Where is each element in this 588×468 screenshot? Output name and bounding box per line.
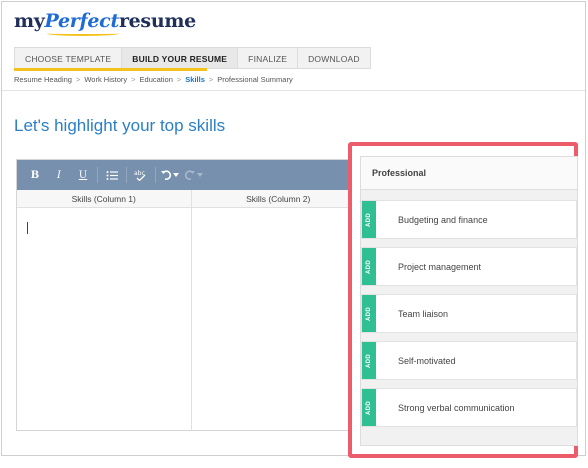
step-build-your-resume[interactable]: BUILD YOUR RESUME <box>121 47 238 69</box>
suggestion-item[interactable]: ADD Team liaison <box>361 294 577 333</box>
add-button[interactable]: ADD <box>362 201 376 238</box>
breadcrumb-education[interactable]: Education <box>140 75 173 84</box>
suggestion-item[interactable]: ADD Budgeting and finance <box>361 200 577 239</box>
spellcheck-button[interactable]: abc <box>129 160 153 190</box>
suggestions-highlight: Professional ADD Budgeting and finance A… <box>348 142 578 458</box>
step-choose-template[interactable]: CHOOSE TEMPLATE <box>14 47 122 69</box>
suggestion-label: Self-motivated <box>398 355 456 366</box>
breadcrumb-work-history[interactable]: Work History <box>84 75 127 84</box>
step-finalize[interactable]: FINALIZE <box>237 47 298 69</box>
editor-toolbar: B I U abc <box>17 160 365 190</box>
skills-column-1[interactable]: Skills (Column 1) <box>17 190 192 431</box>
italic-button[interactable]: I <box>47 160 71 190</box>
logo[interactable]: myPerfect resume <box>14 10 196 36</box>
spellcheck-icon: abc <box>134 170 146 181</box>
underline-button[interactable]: U <box>71 160 95 190</box>
skills-column-2[interactable]: Skills (Column 2) <box>191 190 365 431</box>
breadcrumb-professional-summary[interactable]: Professional Summary <box>217 75 292 84</box>
suggestions-title: Professional <box>361 157 577 190</box>
bold-button[interactable]: B <box>23 160 47 190</box>
column-2-header: Skills (Column 2) <box>191 190 365 208</box>
suggestion-label: Budgeting and finance <box>398 214 488 225</box>
logo-perfect: Perfect <box>45 10 119 36</box>
logo-resume: resume <box>118 10 196 32</box>
breadcrumb-resume-heading[interactable]: Resume Heading <box>14 75 72 84</box>
undo-button[interactable] <box>158 160 182 190</box>
suggestions-panel: Professional ADD Budgeting and finance A… <box>360 156 578 446</box>
suggestion-item[interactable]: ADD Self-motivated <box>361 341 577 380</box>
step-tabs: CHOOSE TEMPLATE BUILD YOUR RESUME FINALI… <box>14 47 371 69</box>
bullet-list-button[interactable] <box>100 160 124 190</box>
suggestion-item[interactable]: ADD Project management <box>361 247 577 286</box>
breadcrumb-separator: > <box>131 75 136 84</box>
text-cursor <box>27 222 28 234</box>
undo-icon <box>161 170 179 181</box>
suggestion-label: Team liaison <box>398 308 449 319</box>
breadcrumb-separator: > <box>208 75 214 84</box>
suggestion-list: ADD Budgeting and finance ADD Project ma… <box>361 190 577 427</box>
toolbar-divider <box>97 167 98 183</box>
add-button[interactable]: ADD <box>362 248 376 285</box>
header-divider <box>2 90 585 91</box>
add-button[interactable]: ADD <box>362 295 376 332</box>
suggestion-item[interactable]: ADD Strong verbal communication <box>361 388 577 427</box>
active-step-indicator <box>14 68 207 71</box>
toolbar-divider <box>126 167 127 183</box>
skills-editor: B I U abc Skills (Column 1) Skills (Colu… <box>16 159 366 431</box>
redo-button[interactable] <box>182 160 206 190</box>
breadcrumb-separator: > <box>75 75 81 84</box>
breadcrumb-skills[interactable]: Skills <box>185 75 205 84</box>
suggestion-label: Strong verbal communication <box>398 402 515 413</box>
app-frame: myPerfect resume CHOOSE TEMPLATE BUILD YO… <box>1 1 586 458</box>
breadcrumb: Resume Heading > Work History > Educatio… <box>14 75 293 84</box>
logo-swoosh <box>46 31 119 36</box>
suggestion-label: Project management <box>398 261 482 272</box>
logo-my: my <box>14 10 45 32</box>
page-title: Let's highlight your top skills <box>14 116 226 135</box>
column-1-header: Skills (Column 1) <box>17 190 191 208</box>
bullet-list-icon <box>106 170 118 180</box>
redo-icon <box>184 170 203 181</box>
add-button[interactable]: ADD <box>362 389 376 426</box>
editor-columns: Skills (Column 1) Skills (Column 2) <box>17 190 365 431</box>
step-download[interactable]: DOWNLOAD <box>297 47 371 69</box>
add-button[interactable]: ADD <box>362 342 376 379</box>
toolbar-divider <box>155 167 156 183</box>
breadcrumb-separator: > <box>176 75 182 84</box>
